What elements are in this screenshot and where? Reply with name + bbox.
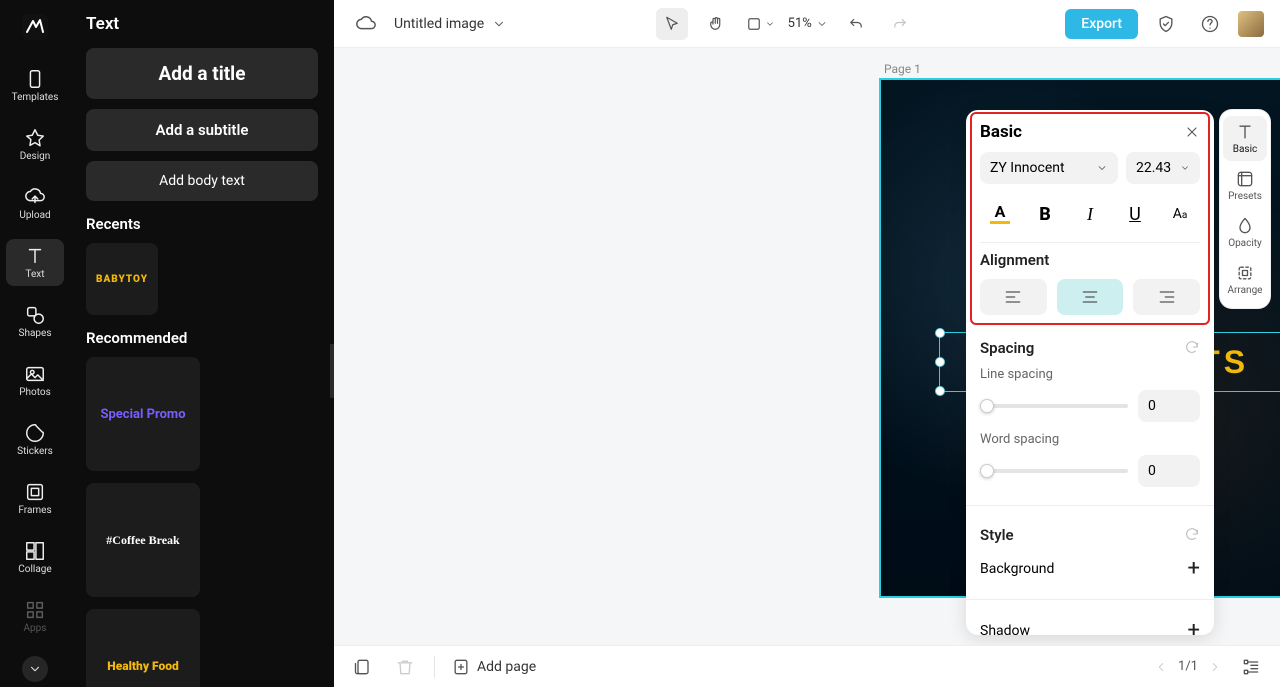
nav-item-photos[interactable]: Photos <box>6 357 64 404</box>
delete-page-button[interactable] <box>392 654 418 680</box>
page-label: Page 1 <box>884 62 921 76</box>
background-label: Background <box>980 561 1054 577</box>
chevron-down-icon[interactable] <box>816 18 828 30</box>
nav-item-design[interactable]: Design <box>6 121 64 168</box>
nav-label: Collage <box>18 564 51 575</box>
close-icon[interactable] <box>1184 124 1200 140</box>
recommended-heading: Recommended <box>86 329 318 347</box>
shadow-label: Shadow <box>980 623 1030 636</box>
nav-item-frames[interactable]: Frames <box>6 475 64 522</box>
layers-icon[interactable] <box>1238 654 1264 680</box>
nav-label: Stickers <box>17 446 53 457</box>
redo-button[interactable] <box>884 8 916 40</box>
selection-handle[interactable] <box>935 386 945 396</box>
nav-rail: Templates Design Upload Text Shapes Phot… <box>0 0 70 687</box>
inspector-tab-arrange[interactable]: Arrange <box>1223 257 1267 302</box>
align-center-button[interactable] <box>1057 279 1124 315</box>
inspector-tab-opacity[interactable]: Opacity <box>1223 210 1267 255</box>
hand-tool-button[interactable] <box>700 8 732 40</box>
nav-item-shapes[interactable]: Shapes <box>6 298 64 345</box>
add-shadow-button[interactable]: + <box>1188 618 1200 635</box>
text-panel: Text Add a title Add a subtitle Add body… <box>70 0 334 687</box>
user-avatar[interactable] <box>1238 11 1264 37</box>
inspector-tab-presets[interactable]: Presets <box>1223 163 1267 208</box>
prev-page-button[interactable] <box>1154 660 1168 674</box>
export-button[interactable]: Export <box>1065 9 1138 39</box>
shield-icon[interactable] <box>1150 8 1182 40</box>
recommended-thumb[interactable]: #Coffee Break <box>86 483 200 597</box>
inspector-panel: Basic ZY Innocent 22.43 <box>966 110 1214 635</box>
alignment-label: Alignment <box>980 251 1200 269</box>
selection-handle[interactable] <box>935 328 945 338</box>
inspector-title: Basic <box>980 122 1022 142</box>
nav-label: Shapes <box>19 328 52 339</box>
zoom-value[interactable]: 51% <box>788 16 812 31</box>
page-navigator: 1/1 <box>1154 659 1222 674</box>
add-page-button[interactable]: Add page <box>451 657 536 677</box>
add-title-button[interactable]: Add a title <box>86 48 318 99</box>
cloud-save-icon[interactable] <box>350 8 382 40</box>
align-left-button[interactable] <box>980 279 1047 315</box>
recent-text-thumb[interactable]: BABYTOY <box>86 243 158 315</box>
nav-label: Text <box>25 269 44 280</box>
text-panel-title: Text <box>86 14 318 34</box>
reset-icon[interactable] <box>1184 526 1200 542</box>
font-family-select[interactable]: ZY Innocent <box>980 152 1118 184</box>
next-page-button[interactable] <box>1208 660 1222 674</box>
page-indicator: 1/1 <box>1178 659 1198 674</box>
nav-item-stickers[interactable]: Stickers <box>6 416 64 463</box>
nav-label: Design <box>20 151 51 162</box>
select-tool-button[interactable] <box>656 8 688 40</box>
footer-bar: Add page 1/1 <box>334 645 1280 687</box>
document-title[interactable]: Untitled image <box>394 16 484 32</box>
nav-item-upload[interactable]: Upload <box>6 180 64 227</box>
app-logo[interactable] <box>18 10 52 44</box>
underline-button[interactable]: U <box>1117 198 1153 230</box>
word-spacing-slider[interactable] <box>980 469 1128 473</box>
crop-tool-button[interactable] <box>744 8 776 40</box>
nav-label: Templates <box>12 92 59 103</box>
nav-item-templates[interactable]: Templates <box>6 62 64 109</box>
inspector-rail: Basic Presets Opacity Arrange <box>1220 110 1270 308</box>
add-subtitle-button[interactable]: Add a subtitle <box>86 109 318 151</box>
add-body-text-button[interactable]: Add body text <box>86 161 318 201</box>
add-background-button[interactable]: + <box>1188 556 1200 581</box>
text-color-button[interactable]: A <box>982 198 1018 230</box>
line-spacing-value[interactable]: 0 <box>1138 390 1200 422</box>
style-label: Style <box>980 526 1014 544</box>
nav-item-text[interactable]: Text <box>6 239 64 286</box>
align-right-button[interactable] <box>1133 279 1200 315</box>
italic-button[interactable]: I <box>1072 198 1108 230</box>
line-spacing-label: Line spacing <box>980 367 1200 382</box>
font-size-value: 22.43 <box>1136 160 1171 176</box>
help-icon[interactable] <box>1194 8 1226 40</box>
nav-label: Upload <box>19 210 50 221</box>
nav-label: Apps <box>24 623 47 634</box>
reset-icon[interactable] <box>1184 339 1200 355</box>
word-spacing-label: Word spacing <box>980 432 1200 447</box>
spacing-label: Spacing <box>980 339 1034 357</box>
chevron-down-icon[interactable] <box>492 17 506 31</box>
nav-more-button[interactable] <box>22 656 48 682</box>
nav-item-apps[interactable]: Apps <box>6 593 64 640</box>
inspector-tab-basic[interactable]: Basic <box>1223 116 1267 161</box>
word-spacing-value[interactable]: 0 <box>1138 455 1200 487</box>
nav-item-collage[interactable]: Collage <box>6 534 64 581</box>
nav-label: Photos <box>19 387 51 398</box>
recommended-thumb[interactable]: Healthy Food <box>86 609 200 687</box>
text-case-button[interactable]: Aa <box>1162 198 1198 230</box>
recommended-thumb[interactable]: Special Promo <box>86 357 200 471</box>
undo-button[interactable] <box>840 8 872 40</box>
line-spacing-slider[interactable] <box>980 404 1128 408</box>
bold-button[interactable]: B <box>1027 198 1063 230</box>
nav-label: Frames <box>18 505 51 516</box>
font-size-select[interactable]: 22.43 <box>1126 152 1200 184</box>
top-toolbar: Untitled image 51% <box>334 0 1280 48</box>
canvas-area[interactable]: Page 1 CITY LIGHTTS <box>334 48 1280 687</box>
pages-icon[interactable] <box>350 654 376 680</box>
recents-heading: Recents <box>86 215 318 233</box>
selection-handle[interactable] <box>935 357 945 367</box>
font-family-value: ZY Innocent <box>990 160 1065 176</box>
